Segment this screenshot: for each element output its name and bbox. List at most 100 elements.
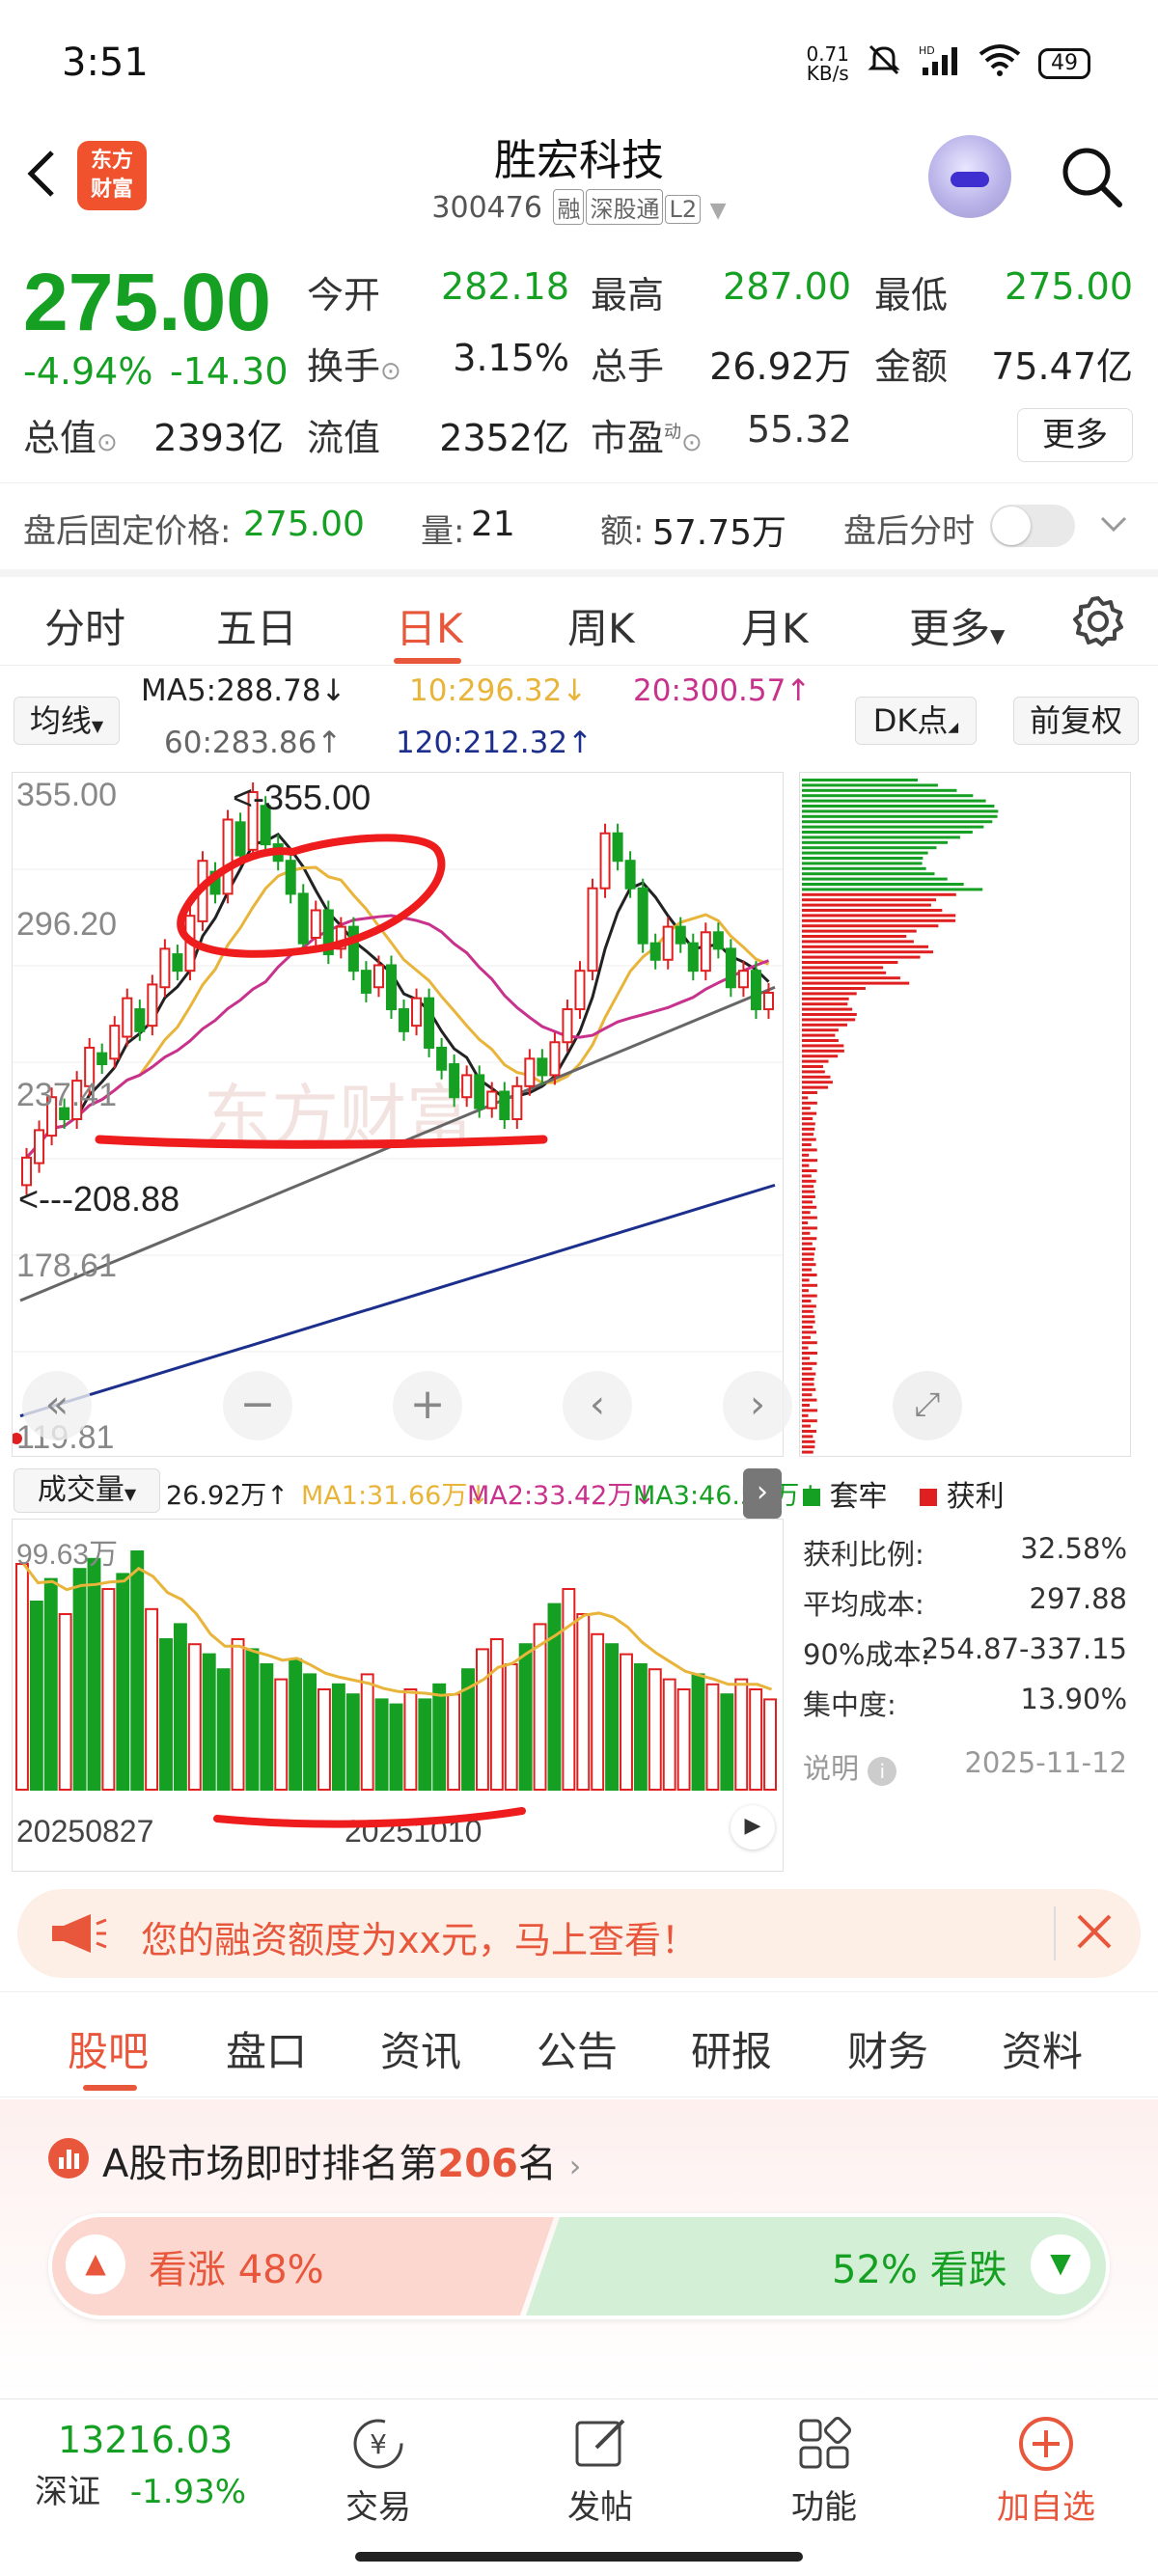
volume-indicator-selector[interactable]: 成交量▼ xyxy=(14,1468,160,1513)
volume-bar xyxy=(447,1693,461,1791)
play-icon[interactable]: ▶ xyxy=(731,1805,775,1850)
nav-add-watchlist[interactable]: 加自选 xyxy=(969,2413,1123,2528)
collapse-panel-button[interactable]: › xyxy=(743,1468,782,1519)
scroll-left-fast-button[interactable]: « xyxy=(22,1371,92,1440)
adjustment-button[interactable]: 前复权 xyxy=(1013,697,1139,745)
index-ticker[interactable]: 13216.03 深证 -1.93% xyxy=(35,2419,276,2512)
pe-label[interactable]: 市盈动⊙ xyxy=(591,408,703,461)
chip-bar xyxy=(802,903,931,907)
chip-bar xyxy=(802,1346,809,1350)
chip-bar xyxy=(802,898,937,902)
tab-financials[interactable]: 财务 xyxy=(847,2019,928,2078)
turnover-label[interactable]: 换手⊙ xyxy=(307,337,401,390)
more-quote-button[interactable]: 更多 xyxy=(1017,408,1133,462)
index-percent: -1.93% xyxy=(129,2473,247,2511)
tab-news[interactable]: 资讯 xyxy=(380,2019,461,2078)
chip-bar xyxy=(802,805,995,808)
tab-orderbook[interactable]: 盘口 xyxy=(226,2019,307,2078)
tab-intraday[interactable]: 分时 xyxy=(44,596,125,655)
candle xyxy=(712,931,724,950)
y-label-2: 296.20 xyxy=(16,906,117,943)
step-right-button[interactable]: › xyxy=(723,1371,792,1440)
volume-chart[interactable]: 99.63万 20250827 20251010 ▶ xyxy=(12,1519,784,1872)
zoom-out-button[interactable]: − xyxy=(223,1371,292,1440)
candle xyxy=(624,860,636,890)
volume-bar xyxy=(317,1688,331,1791)
kline-chart[interactable]: 东方财富 355.00 296.20 237.41 178.61 119.81 … xyxy=(11,772,792,1457)
chip-bar xyxy=(802,1263,816,1267)
chip-bar xyxy=(802,1257,814,1261)
trapped-swatch xyxy=(803,1489,820,1506)
caret-down-icon: ▼ xyxy=(124,1485,137,1503)
toggle-knob xyxy=(992,507,1031,545)
chevron-down-icon[interactable] xyxy=(1096,507,1131,545)
chip-bar xyxy=(802,1018,856,1022)
ma120-value: 120:212.32↑ xyxy=(396,726,593,760)
settings-gear-icon[interactable] xyxy=(1071,594,1125,652)
chip-bar xyxy=(802,1211,811,1215)
indicator-selector[interactable]: 均线▼ xyxy=(14,697,120,745)
tab-daily-k[interactable]: 日K xyxy=(396,596,463,655)
zoom-in-button[interactable]: + xyxy=(393,1371,462,1440)
candle xyxy=(511,1084,523,1121)
after-hours-amount: 57.75万 xyxy=(652,513,787,553)
chip-bar xyxy=(802,1174,812,1178)
volume-bar xyxy=(58,1613,72,1791)
volume-bar xyxy=(389,1703,403,1792)
close-icon[interactable] xyxy=(1073,1910,1116,1957)
chip-bar xyxy=(802,1133,813,1137)
kline-svg: 东方财富 355.00 296.20 237.41 178.61 119.81 … xyxy=(11,777,783,1456)
chip-bar xyxy=(802,909,943,912)
chip-stats: 获利比例: 32.58% 平均成本: 297.88 90%成本: 254.87-337… xyxy=(803,1532,1127,1786)
volume-bar xyxy=(116,1573,130,1792)
ranking-text[interactable]: A股市场即时排名第206名 › xyxy=(102,2132,581,2188)
candle xyxy=(637,887,648,945)
chip-bar xyxy=(802,1013,857,1016)
status-bar: 3:51 0.71 KB/s HD 49 xyxy=(0,0,1158,125)
candle xyxy=(172,953,183,973)
volume-bar xyxy=(504,1663,518,1791)
dk-point-button[interactable]: DK点◢ xyxy=(855,697,977,745)
volume-label: 总手 xyxy=(591,345,665,388)
chip-bar xyxy=(802,836,960,839)
bear-vote-button[interactable]: ▼ xyxy=(1031,2234,1090,2294)
candle xyxy=(537,1057,548,1077)
tab-five-day[interactable]: 五日 xyxy=(216,596,297,655)
expand-icon[interactable]: ⤢ xyxy=(893,1371,962,1440)
connect-tag: 深股通 xyxy=(586,189,664,225)
tab-monthly-k[interactable]: 月K xyxy=(741,596,809,655)
mktcap-label[interactable]: 总值⊙ xyxy=(23,408,118,461)
volume-bar xyxy=(518,1643,533,1791)
volume-bar xyxy=(130,1550,145,1791)
volume-bar xyxy=(72,1568,87,1792)
chip-bar xyxy=(802,1205,817,1209)
chip-distribution-chart[interactable]: ⤢ xyxy=(799,772,1131,1457)
tab-announcements[interactable]: 公告 xyxy=(537,2019,618,2078)
candle xyxy=(687,942,699,973)
chip-bar xyxy=(802,788,957,792)
stock-header: 东方 财富 胜宏科技 300476 融深股通 L2 ▼ xyxy=(0,125,1158,241)
tab-profile[interactable]: 资料 xyxy=(1002,2019,1083,2078)
nav-trade[interactable]: ¥ 交易 xyxy=(301,2413,455,2528)
mute-icon xyxy=(867,42,901,84)
chip-bar xyxy=(802,1127,815,1131)
amount-label: 金额 xyxy=(874,345,949,388)
tab-research[interactable]: 研报 xyxy=(691,2019,772,2078)
volume-bar xyxy=(145,1607,159,1791)
volume-bar xyxy=(101,1588,116,1791)
candle xyxy=(122,997,133,1038)
search-icon[interactable] xyxy=(1058,143,1125,210)
tab-more[interactable]: 更多▼ xyxy=(909,596,1005,655)
bull-vote-button[interactable]: ▲ xyxy=(66,2234,125,2294)
tab-forum[interactable]: 股吧 xyxy=(68,2019,149,2078)
after-hours-amount-label: 额: xyxy=(600,512,645,551)
open-label: 今开 xyxy=(307,274,381,316)
chip-bar xyxy=(802,1383,814,1386)
ma20-value: 20:300.57↑ xyxy=(633,673,812,708)
tab-weekly-k[interactable]: 周K xyxy=(567,596,635,655)
margin-promo-banner[interactable]: 您的融资额度为xx元，马上查看！ xyxy=(17,1889,1141,1978)
nav-post[interactable]: 发帖 xyxy=(523,2413,677,2528)
nav-functions[interactable]: 功能 xyxy=(747,2413,901,2528)
chip-bar xyxy=(802,1028,839,1032)
step-left-button[interactable]: ‹ xyxy=(563,1371,632,1440)
